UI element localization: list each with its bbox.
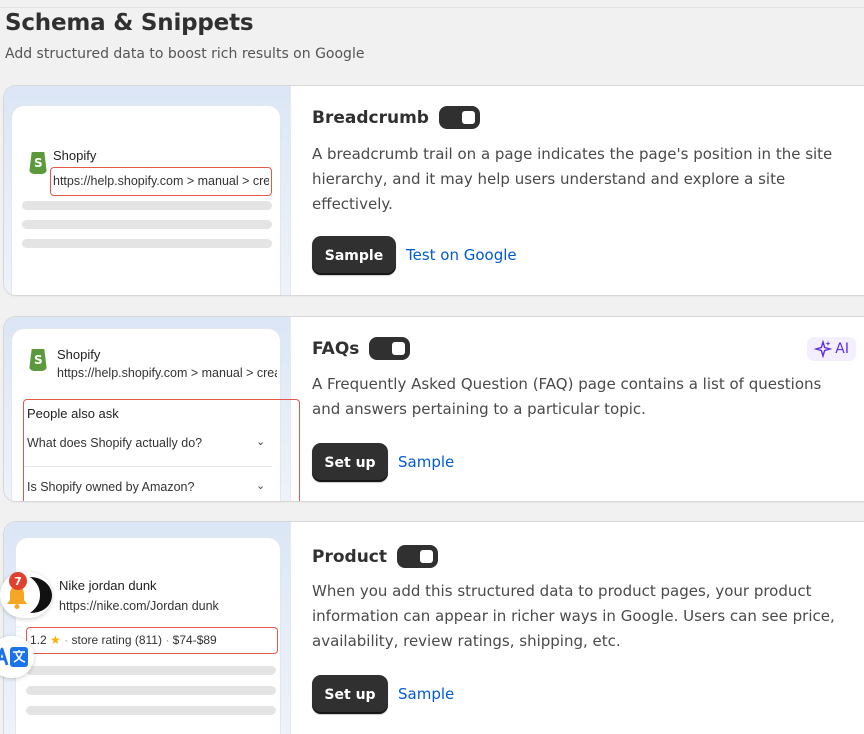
preview-brand: Shopify: [53, 148, 97, 163]
set-up-button[interactable]: Set up: [312, 443, 388, 482]
test-on-google-link[interactable]: Test on Google: [406, 246, 517, 264]
page-subtitle: Add structured data to boost rich result…: [5, 46, 365, 62]
card-description: A Frequently Asked Question (FAQ) page c…: [312, 375, 822, 418]
set-up-button[interactable]: Set up: [312, 675, 388, 714]
card-description: When you add this structured data to pro…: [312, 582, 835, 650]
ai-badge: AI: [807, 337, 856, 361]
preview-placeholder-line: [22, 239, 272, 248]
breadcrumb-card: Shopify https://help.shopify.com > manua…: [4, 86, 864, 295]
preview-url: https://nike.com/Jordan dunk: [59, 599, 219, 613]
toggle-knob: [420, 550, 433, 563]
faq-question: What does Shopify actually do?: [27, 436, 203, 450]
card-title: Breadcrumb: [312, 107, 429, 128]
price-range: $74-$89: [172, 633, 217, 647]
toggle-knob: [461, 111, 475, 124]
ai-badge-label: AI: [835, 341, 849, 357]
product-name: Nike jordan dunk: [59, 578, 157, 593]
notification-count-badge: 7: [9, 572, 27, 590]
preview-url: https://help.shopify.com > manual > crea…: [57, 366, 277, 380]
shopify-logo-icon: [29, 152, 47, 174]
page-title: Schema & Snippets: [5, 10, 254, 36]
shopify-logo-icon: [29, 349, 47, 371]
preview-placeholder-line: [22, 220, 272, 229]
sparkle-icon: [814, 340, 833, 358]
faqs-content: FAQs AI A Frequently Asked Question (FAQ…: [312, 317, 864, 501]
top-divider: [0, 7, 864, 8]
faqs-card: Shopify https://help.shopify.com > manua…: [4, 317, 864, 501]
card-title: Product: [312, 546, 387, 567]
rating-row: 1.2 ★ · store rating (811) · $74-$89: [30, 633, 217, 647]
product-content: Product When you add this structured dat…: [312, 522, 864, 734]
preview-placeholder-line: [22, 201, 272, 210]
faq-divider: [24, 466, 272, 467]
faqs-toggle[interactable]: [369, 337, 411, 360]
card-title: FAQs: [312, 338, 360, 359]
store-rating: store rating (811): [71, 633, 162, 647]
sample-button[interactable]: Sample: [312, 236, 396, 275]
rating-value: 1.2: [30, 633, 47, 647]
sample-link[interactable]: Sample: [398, 685, 454, 703]
card-description: A breadcrumb trail on a page indicates t…: [312, 145, 833, 213]
chevron-down-icon: ⌄: [256, 479, 266, 492]
notification-widget[interactable]: 7: [0, 572, 52, 618]
faq-question: Is Shopify owned by Amazon?: [27, 480, 195, 494]
product-preview: Nike jordan dunk https://nike.com/Jordan…: [4, 522, 291, 734]
preview-panel: Shopify https://help.shopify.com > manua…: [12, 106, 280, 295]
faqs-preview: Shopify https://help.shopify.com > manua…: [4, 317, 300, 501]
card-title-row: FAQs: [312, 337, 411, 360]
preview-panel: Shopify https://help.shopify.com > manua…: [12, 329, 300, 501]
product-toggle[interactable]: [397, 545, 438, 568]
preview-placeholder-line: [26, 686, 276, 695]
chevron-down-icon: ⌄: [256, 435, 266, 448]
people-also-ask-label: People also ask: [27, 406, 119, 421]
product-card: Nike jordan dunk https://nike.com/Jordan…: [4, 522, 864, 734]
preview-url: https://help.shopify.com > manual > crea…: [53, 174, 269, 188]
avatar-icon: [30, 577, 52, 613]
preview-placeholder-line: [26, 666, 276, 675]
preview-brand: Shopify: [57, 347, 101, 362]
toggle-knob: [392, 342, 406, 355]
card-title-row: Product: [312, 545, 438, 568]
preview-panel: Nike jordan dunk https://nike.com/Jordan…: [16, 538, 280, 734]
breadcrumb-preview: Shopify https://help.shopify.com > manua…: [4, 86, 291, 295]
card-title-row: Breadcrumb: [312, 106, 480, 129]
breadcrumb-content: Breadcrumb A breadcrumb trail on a page …: [312, 86, 864, 295]
notification-count: 7: [14, 574, 22, 588]
sample-link[interactable]: Sample: [398, 453, 454, 471]
preview-placeholder-line: [26, 706, 276, 715]
star-icon: ★: [50, 633, 61, 647]
translate-icon: [0, 647, 28, 667]
breadcrumb-toggle[interactable]: [438, 106, 480, 129]
